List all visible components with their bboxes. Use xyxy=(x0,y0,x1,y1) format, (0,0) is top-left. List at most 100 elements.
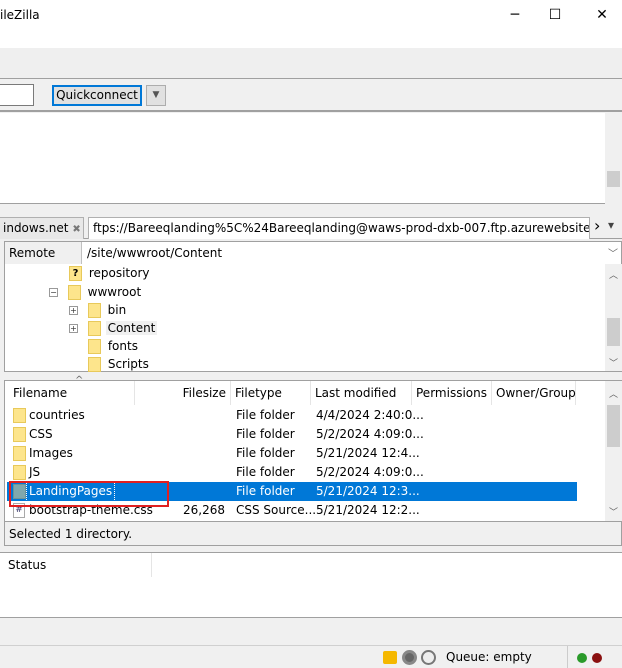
tree-item-label: wwwroot xyxy=(87,285,142,299)
remote-site-path-input[interactable]: /site/wwwroot/Content xyxy=(87,242,222,264)
highlight-box xyxy=(9,481,169,507)
speed-limit-icon[interactable] xyxy=(421,650,436,665)
status-column-header[interactable]: Status xyxy=(0,553,152,577)
status-bar: Queue: empty xyxy=(0,645,622,668)
remote-site-bar: Remote site: /site/wwwroot/Content ﹀ xyxy=(4,241,622,282)
file-modified: 5/21/2024 12:4... xyxy=(316,446,420,460)
receive-indicator-icon xyxy=(577,653,587,663)
file-modified: 4/4/2024 2:40:0... xyxy=(316,408,424,422)
file-modified: 5/2/2024 4:09:0... xyxy=(316,465,424,479)
file-modified: 5/21/2024 12:2... xyxy=(316,503,420,517)
folder-icon xyxy=(13,427,26,442)
scroll-up-icon[interactable]: ︿ xyxy=(605,387,622,400)
file-row[interactable]: JS File folder 5/2/2024 4:09:0... xyxy=(7,463,577,482)
tab-site-2[interactable]: ftps://Bareeqlanding%5C%24Bareeqlanding@… xyxy=(88,217,590,239)
tree-item-label: Scripts xyxy=(107,357,149,371)
folder-icon xyxy=(13,465,26,480)
file-list-scrollbar[interactable]: ︿ ﹀ xyxy=(605,381,622,521)
toolbar xyxy=(0,48,622,79)
column-last-modified[interactable]: Last modified xyxy=(311,381,412,405)
close-tab-icon[interactable]: ✖ xyxy=(72,224,80,235)
folder-icon xyxy=(88,339,101,354)
tab-label: indows.net xyxy=(3,221,69,235)
divider xyxy=(567,646,568,668)
column-permissions[interactable]: Permissions xyxy=(412,381,492,405)
message-log-scrollbar[interactable] xyxy=(605,113,622,204)
minimize-button[interactable]: ─ xyxy=(495,4,535,26)
column-filesize[interactable]: Filesize xyxy=(135,381,231,405)
folder-icon xyxy=(13,408,26,423)
file-size: 26,268 xyxy=(183,503,225,517)
file-name: countries xyxy=(29,408,85,422)
close-button[interactable]: ✕ xyxy=(582,4,622,26)
tab-label: ftps://Bareeqlanding%5C%24Bareeqlanding@… xyxy=(93,221,590,235)
port-input[interactable] xyxy=(0,84,34,106)
window-title: ileZilla xyxy=(0,8,40,22)
file-row[interactable]: countries File folder 4/4/2024 2:40:0... xyxy=(7,406,577,425)
scroll-up-icon[interactable]: ︿ xyxy=(605,268,622,281)
scroll-thumb[interactable] xyxy=(607,405,620,447)
title-bar: ileZilla ─ ☐ ✕ xyxy=(0,0,622,48)
quickconnect-button[interactable]: Quickconnect xyxy=(52,85,142,106)
column-filetype[interactable]: Filetype xyxy=(231,381,311,405)
folder-icon xyxy=(13,446,26,461)
tree-item-wwwroot[interactable]: − wwwroot xyxy=(49,283,141,301)
file-type: File folder xyxy=(236,484,295,498)
remote-directory-tree: ? repository − wwwroot + bin + Content f… xyxy=(4,264,622,372)
collapse-icon[interactable]: − xyxy=(49,288,58,297)
file-type: File folder xyxy=(236,446,295,460)
gear-icon[interactable] xyxy=(402,650,417,665)
lock-icon[interactable] xyxy=(383,651,397,664)
tree-item-fonts[interactable]: fonts xyxy=(88,337,138,355)
folder-icon xyxy=(67,285,81,300)
scroll-thumb[interactable] xyxy=(607,318,620,346)
queue-status: Queue: empty xyxy=(446,650,532,664)
file-modified: 5/21/2024 12:3... xyxy=(316,484,420,498)
tree-item-repository[interactable]: ? repository xyxy=(69,264,150,282)
file-name: CSS xyxy=(29,427,53,441)
file-name: JS xyxy=(29,465,41,479)
file-type: File folder xyxy=(236,427,295,441)
scroll-thumb[interactable] xyxy=(607,171,620,187)
file-type: File folder xyxy=(236,465,295,479)
expand-icon[interactable]: + xyxy=(69,306,78,315)
file-row[interactable]: Images File folder 5/21/2024 12:4... xyxy=(7,444,577,463)
file-name: Images xyxy=(29,446,73,460)
folder-icon xyxy=(88,357,101,372)
remote-site-label: Remote site: xyxy=(5,242,82,282)
maximize-button[interactable]: ☐ xyxy=(535,4,575,26)
file-modified: 5/2/2024 4:09:0... xyxy=(316,427,424,441)
tree-item-label: Content xyxy=(105,321,158,335)
column-filename[interactable]: Filename xyxy=(9,381,135,405)
tree-item-label: repository xyxy=(88,266,150,280)
scroll-down-icon[interactable]: ﹀ xyxy=(605,505,622,518)
file-type: CSS Source... xyxy=(236,503,317,517)
tree-item-label: bin xyxy=(107,303,127,317)
column-owner-group[interactable]: Owner/Group xyxy=(492,381,576,405)
tree-item-label: fonts xyxy=(107,339,138,353)
expand-icon[interactable]: + xyxy=(69,324,78,333)
chevron-right-icon[interactable]: › xyxy=(594,216,600,235)
tree-scrollbar[interactable]: ︿ ﹀ xyxy=(605,264,622,371)
folder-icon xyxy=(87,303,101,318)
file-type: File folder xyxy=(236,408,295,422)
message-log xyxy=(0,113,622,204)
quickconnect-dropdown[interactable]: ▼ xyxy=(146,85,166,106)
quickconnect-label: Quickconnect xyxy=(56,88,138,102)
tree-item-scripts[interactable]: Scripts xyxy=(88,355,149,373)
file-row[interactable]: CSS File folder 5/2/2024 4:09:0... xyxy=(7,425,577,444)
send-indicator-icon xyxy=(592,653,602,663)
tab-site-1[interactable]: indows.net ✖ xyxy=(0,217,84,239)
chevron-down-icon[interactable]: ﹀ xyxy=(608,245,618,260)
transfer-status-pane: Status xyxy=(0,552,622,618)
quickconnect-bar: Quickconnect ▼ xyxy=(0,80,622,112)
scroll-down-icon[interactable]: ﹀ xyxy=(605,356,622,369)
tab-menu-icon[interactable]: ▾ xyxy=(608,218,614,232)
remote-file-list: ^ Filename Filesize Filetype Last modifi… xyxy=(4,375,622,522)
folder-icon xyxy=(87,321,101,336)
selection-status: Selected 1 directory. xyxy=(4,522,622,546)
unknown-folder-icon: ? xyxy=(69,266,82,281)
tree-item-bin[interactable]: + bin xyxy=(69,301,126,319)
tree-item-content[interactable]: + Content xyxy=(69,319,158,337)
tab-bar: indows.net ✖ ftps://Bareeqlanding%5C%24B… xyxy=(0,216,622,239)
